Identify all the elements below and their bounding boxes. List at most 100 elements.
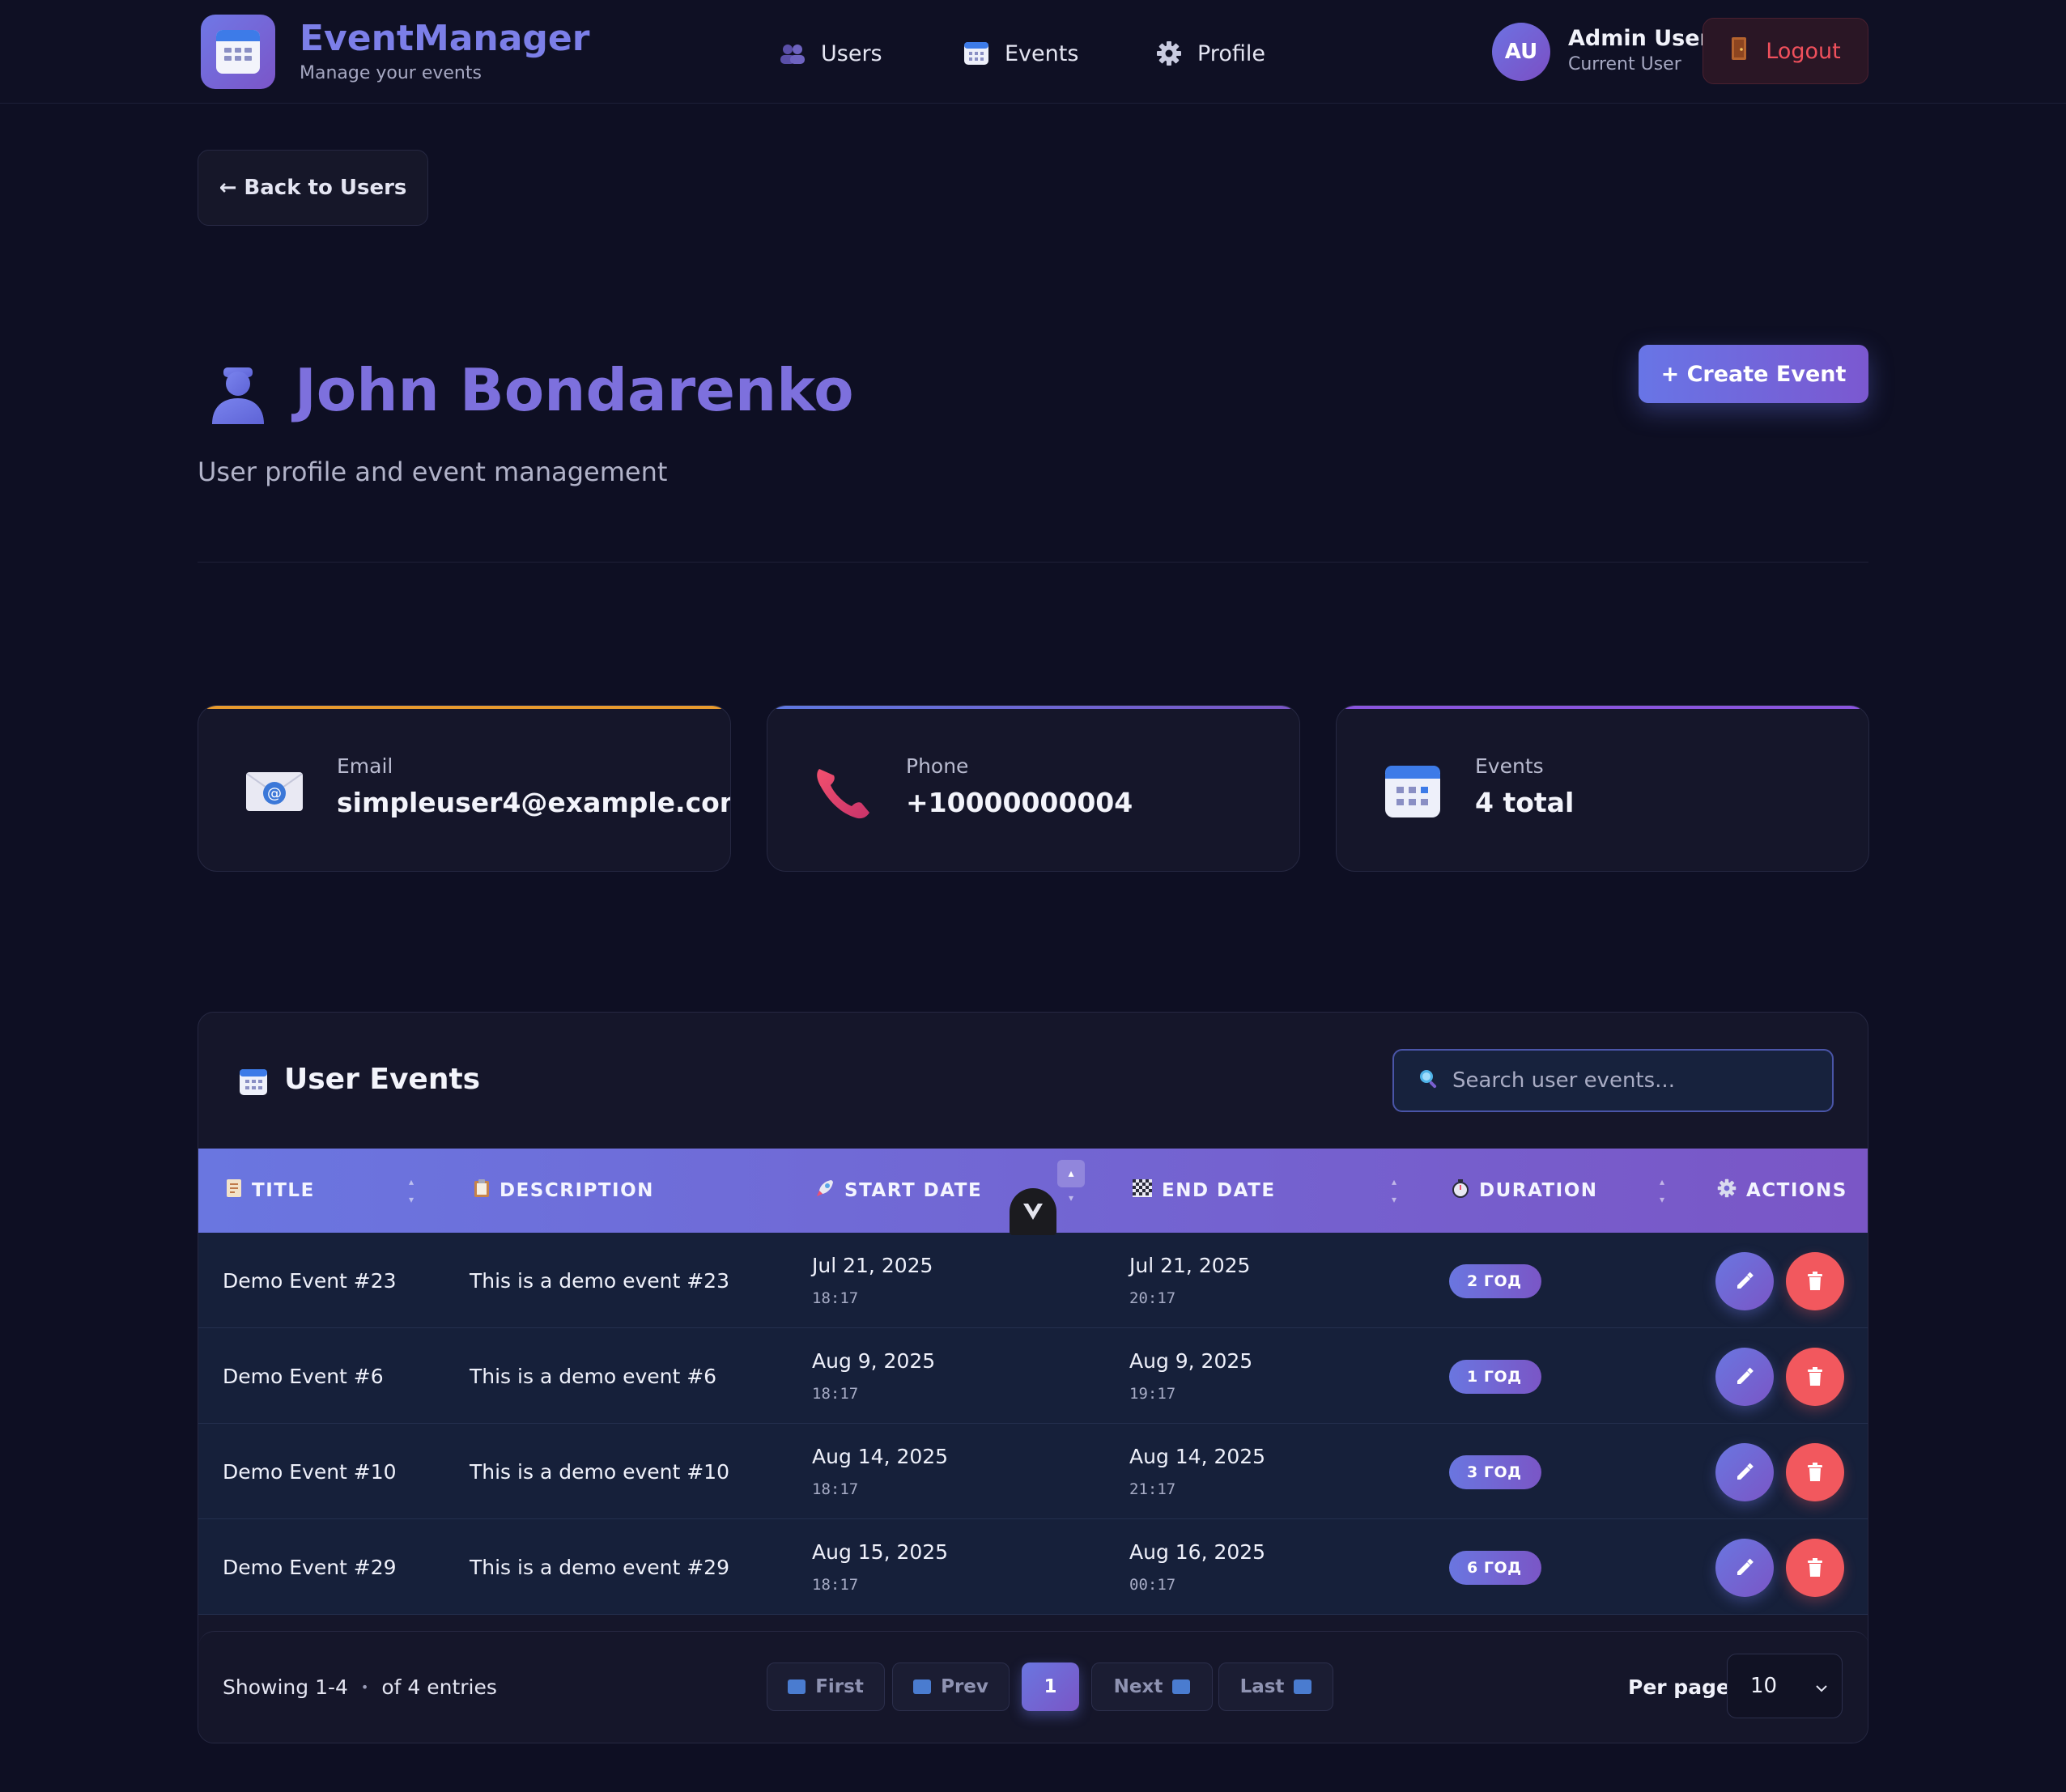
event-description: This is a demo event #6 xyxy=(470,1365,717,1388)
column-title-label: TITLE xyxy=(252,1180,315,1201)
event-title: Demo Event #6 xyxy=(223,1365,384,1388)
users-icon xyxy=(779,40,806,67)
event-title: Demo Event #23 xyxy=(223,1269,397,1293)
column-header-duration[interactable]: DURATION xyxy=(1452,1149,1598,1233)
pagination-summary: Showing 1-4 • of 4 entries xyxy=(223,1675,497,1699)
sort-toggle[interactable]: ▴ ▾ xyxy=(1388,1173,1400,1208)
back-button-label: ← Back to Users xyxy=(219,176,407,200)
edit-button[interactable] xyxy=(1715,1252,1774,1310)
event-start-time: 18:17 xyxy=(812,1576,859,1594)
prev-page-label: Prev xyxy=(941,1676,988,1697)
sort-ascending-button[interactable]: ▴ xyxy=(1057,1160,1085,1187)
trash-icon xyxy=(1808,1558,1822,1577)
app-title[interactable]: EventManager xyxy=(300,18,589,59)
column-header-title[interactable]: TITLE xyxy=(226,1149,315,1233)
nav-users[interactable]: Users xyxy=(779,36,882,71)
sort-descending-toggle[interactable]: ▾ xyxy=(1057,1192,1085,1204)
event-end-date: Jul 21, 2025 xyxy=(1129,1254,1251,1277)
event-end-time: 19:17 xyxy=(1129,1385,1176,1403)
calendar-icon xyxy=(216,30,260,74)
create-event-button[interactable]: + Create Event xyxy=(1639,345,1868,403)
app-logo[interactable] xyxy=(201,15,275,89)
pencil-icon xyxy=(1737,1558,1754,1575)
clipboard-icon xyxy=(474,1178,490,1203)
event-start-time: 18:17 xyxy=(812,1385,859,1403)
table-row[interactable]: Demo Event #29 This is a demo event #29 … xyxy=(198,1519,1868,1615)
sort-toggle[interactable]: ▴ ▾ xyxy=(1656,1173,1668,1208)
vue-devtools-icon[interactable] xyxy=(1010,1188,1056,1235)
column-header-start-date[interactable]: START DATE xyxy=(815,1149,982,1233)
prev-page-button[interactable]: Prev xyxy=(892,1662,1010,1711)
phone-icon xyxy=(813,761,874,822)
event-description: This is a demo event #10 xyxy=(470,1460,729,1484)
pencil-icon xyxy=(1737,1367,1754,1384)
first-page-button[interactable]: First xyxy=(767,1662,885,1711)
calendar-icon xyxy=(963,40,990,67)
nav-events[interactable]: Events xyxy=(963,36,1078,71)
first-page-icon xyxy=(788,1679,806,1694)
section-title: User Events xyxy=(284,1063,481,1096)
logout-label: Logout xyxy=(1766,38,1841,64)
table-row[interactable]: Demo Event #23 This is a demo event #23 … xyxy=(198,1233,1868,1328)
gear-icon xyxy=(1717,1178,1737,1203)
trash-icon xyxy=(1808,1367,1822,1386)
app-subtitle: Manage your events xyxy=(300,63,482,83)
current-page-number: 1 xyxy=(1044,1676,1057,1697)
per-page-value: 10 xyxy=(1750,1674,1778,1698)
event-end-date: Aug 14, 2025 xyxy=(1129,1445,1266,1468)
next-page-button[interactable]: Next xyxy=(1091,1662,1213,1711)
last-page-button[interactable]: Last xyxy=(1218,1662,1333,1711)
pagination-bar: Showing 1-4 • of 4 entries First Prev 1 … xyxy=(198,1631,1868,1743)
delete-button[interactable] xyxy=(1786,1252,1844,1310)
event-end-date: Aug 16, 2025 xyxy=(1129,1540,1266,1564)
delete-button[interactable] xyxy=(1786,1348,1844,1406)
sort-toggle[interactable]: ▴ ▾ xyxy=(406,1173,417,1208)
last-page-icon xyxy=(1294,1679,1312,1694)
svg-text:@: @ xyxy=(267,785,282,802)
right-arrow-icon xyxy=(1172,1679,1191,1694)
door-icon xyxy=(1730,36,1748,66)
nav-profile[interactable]: Profile xyxy=(1155,36,1265,71)
column-header-description[interactable]: DESCRIPTION xyxy=(474,1149,654,1233)
last-page-label: Last xyxy=(1239,1676,1285,1697)
back-to-users-button[interactable]: ← Back to Users xyxy=(198,150,428,226)
top-navbar: EventManager Manage your events Users Ev… xyxy=(0,0,2066,104)
event-end-time: 00:17 xyxy=(1129,1576,1176,1594)
phone-value: +10000000004 xyxy=(906,787,1133,818)
per-page-select[interactable]: 10 xyxy=(1727,1654,1843,1718)
table-row[interactable]: Demo Event #6 This is a demo event #6 Au… xyxy=(198,1328,1868,1424)
pencil-icon xyxy=(1737,1463,1754,1480)
showing-range: Showing 1-4 xyxy=(223,1675,348,1699)
delete-button[interactable] xyxy=(1786,1443,1844,1501)
phone-card: Phone +10000000004 xyxy=(767,705,1300,872)
calendar-icon xyxy=(239,1068,268,1097)
page-title: John Bondarenko xyxy=(295,356,854,424)
column-header-end-date[interactable]: END DATE xyxy=(1133,1149,1276,1233)
column-end-date-label: END DATE xyxy=(1162,1180,1276,1201)
phone-label: Phone xyxy=(906,754,969,778)
edit-button[interactable] xyxy=(1715,1348,1774,1406)
duration-badge: 3 ГОД xyxy=(1449,1455,1541,1489)
event-end-date: Aug 9, 2025 xyxy=(1129,1349,1253,1373)
event-start-date: Jul 21, 2025 xyxy=(812,1254,933,1277)
current-user-role: Current User xyxy=(1568,54,1681,74)
trash-icon xyxy=(1808,1463,1822,1481)
logout-button[interactable]: Logout xyxy=(1703,18,1868,84)
edit-button[interactable] xyxy=(1715,1443,1774,1501)
event-end-time: 21:17 xyxy=(1129,1480,1176,1498)
column-start-date-label: START DATE xyxy=(844,1180,983,1201)
search-input[interactable] xyxy=(1452,1068,1809,1093)
delete-button[interactable] xyxy=(1786,1539,1844,1597)
page-1-button[interactable]: 1 xyxy=(1022,1662,1079,1711)
event-description: This is a demo event #23 xyxy=(470,1269,729,1293)
duration-badge: 2 ГОД xyxy=(1449,1264,1541,1298)
search-box[interactable] xyxy=(1392,1049,1834,1112)
nav-events-label: Events xyxy=(1005,40,1079,66)
summary-separator: • xyxy=(360,1679,369,1695)
edit-button[interactable] xyxy=(1715,1539,1774,1597)
gear-icon xyxy=(1155,40,1183,67)
table-row[interactable]: Demo Event #10 This is a demo event #10 … xyxy=(198,1424,1868,1519)
event-start-date: Aug 15, 2025 xyxy=(812,1540,949,1564)
search-icon xyxy=(1418,1068,1439,1093)
avatar[interactable]: AU xyxy=(1492,23,1550,81)
